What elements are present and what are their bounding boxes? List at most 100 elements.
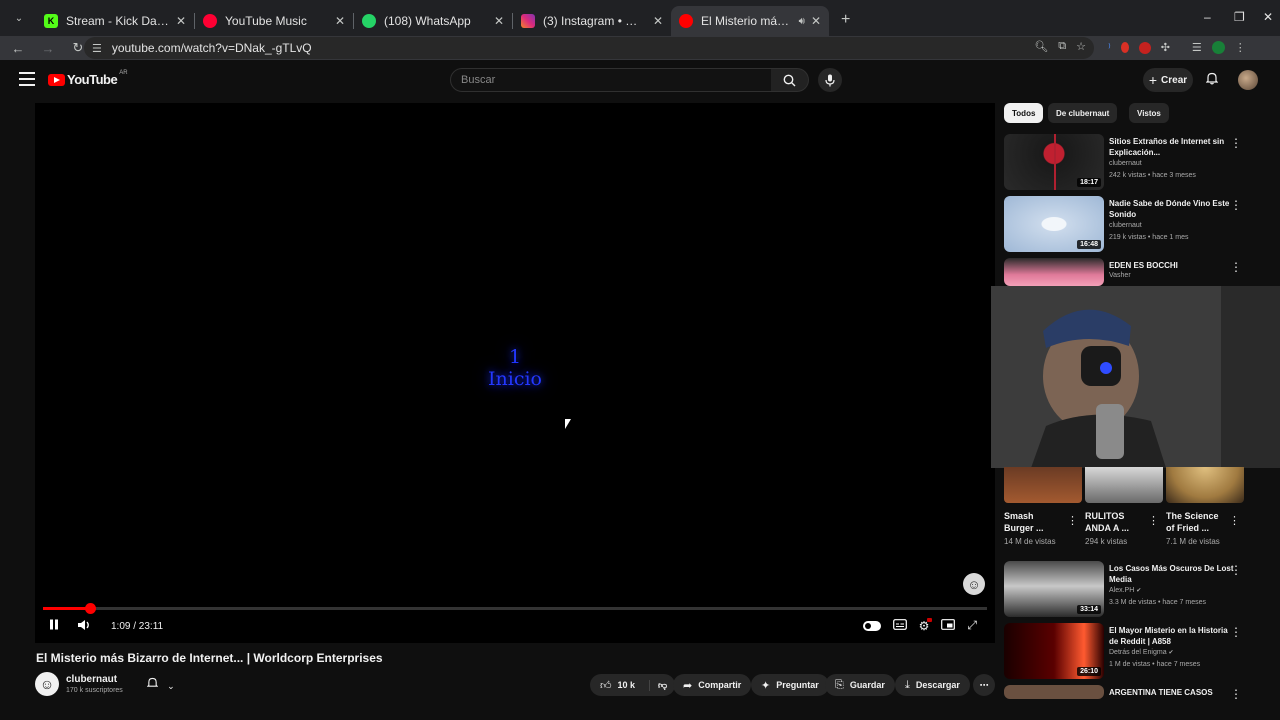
search-button[interactable]: [771, 68, 809, 92]
extension-translate-icon[interactable]: ⁾: [1108, 41, 1111, 54]
video-thumbnail[interactable]: [1004, 258, 1104, 286]
bookmark-star-icon[interactable]: ☆: [1076, 40, 1086, 53]
channel-avatar[interactable]: ☺: [35, 672, 59, 696]
browser-tab-kick[interactable]: K Stream - Kick Dashboard ✕: [36, 6, 194, 36]
new-tab-icon[interactable]: +: [841, 11, 850, 29]
profile-icon[interactable]: [1211, 41, 1225, 54]
video-player[interactable]: 1 Inicio ☺ 1:09 / 23:11 ⚙ ⤢: [35, 103, 995, 643]
create-button[interactable]: + Crear: [1143, 68, 1193, 92]
recommendation-title: Los Casos Más Oscuros De Lost Media: [1109, 564, 1234, 584]
recommendation-item[interactable]: 26:10 El Mayor Misterio en la Historia d…: [1004, 623, 1254, 679]
browser-tab-whatsapp[interactable]: (108) WhatsApp ✕: [354, 6, 512, 36]
recommendation-item[interactable]: ARGENTINA TIENE CASOS ⋮: [1004, 685, 1254, 701]
channel-name[interactable]: clubernaut: [66, 674, 117, 685]
subtitles-icon[interactable]: [892, 618, 907, 633]
video-thumbnail[interactable]: 18:17: [1004, 134, 1104, 190]
recommendation-meta: 1 M de vistas • hace 7 meses: [1109, 661, 1201, 668]
video-thumbnail[interactable]: [1004, 685, 1104, 699]
ask-button[interactable]: ✦ Preguntar: [751, 674, 829, 696]
save-button[interactable]: ⎘ Guardar: [825, 674, 895, 696]
smiley-face-icon[interactable]: ☺: [963, 573, 985, 595]
miniplayer-icon[interactable]: [941, 618, 956, 633]
recommendation-item[interactable]: 18:17 Sitios Extraños de Internet sin Ex…: [1004, 134, 1254, 190]
browser-tab-youtube-video[interactable]: El Misterio más Bizarro de I 🔊︎ ✕: [671, 6, 829, 36]
pause-button[interactable]: [49, 619, 59, 633]
more-vertical-icon[interactable]: ⋮: [1067, 514, 1078, 527]
address-bar[interactable]: ☰ youtube.com/watch?v=DNak_-gTLvQ 🔍︎ ⧉ ☆: [84, 37, 1094, 59]
recommendation-item[interactable]: 16:48 Nadie Sabe de Dónde Vino Este Soni…: [1004, 196, 1254, 252]
close-window-icon[interactable]: ✕: [1263, 10, 1273, 24]
media-control-icon[interactable]: ☰: [1192, 41, 1202, 54]
short-thumbnail[interactable]: [1166, 467, 1244, 503]
more-vertical-icon[interactable]: ⋮: [1229, 514, 1240, 527]
more-actions-button[interactable]: ⋯: [973, 674, 995, 696]
restore-icon[interactable]: ❐: [1234, 10, 1245, 24]
close-tab-icon[interactable]: ✕: [494, 14, 504, 28]
youtube-logo[interactable]: YouTube AR: [48, 69, 128, 87]
short-item[interactable]: RULITOS ANDA A ... 294 k vistas ⋮: [1085, 467, 1163, 546]
extension-red-drop-icon[interactable]: [1120, 42, 1129, 53]
short-item[interactable]: The Science of Fried ... 7.1 M de vistas…: [1166, 467, 1244, 546]
video-thumbnail[interactable]: 33:14: [1004, 561, 1104, 617]
video-thumbnail[interactable]: 26:10: [1004, 623, 1104, 679]
browser-tab-instagram[interactable]: (3) Instagram • Mensajes ✕: [513, 6, 671, 36]
chip-vistos[interactable]: Vistos: [1129, 103, 1169, 123]
more-vertical-icon[interactable]: ⋮: [1230, 198, 1242, 212]
more-vertical-icon[interactable]: ⋮: [1230, 136, 1242, 150]
share-button[interactable]: ➦ Compartir: [673, 674, 752, 696]
subscription-bell-button[interactable]: ⌄: [146, 677, 175, 692]
close-tab-icon[interactable]: ✕: [176, 14, 186, 28]
cast-icon[interactable]: ⧉: [1058, 40, 1066, 53]
progress-bar[interactable]: [43, 603, 987, 614]
speaker-icon[interactable]: 🔊︎: [799, 16, 805, 27]
zoom-icon[interactable]: 🔍︎: [1034, 40, 1048, 53]
short-thumbnail[interactable]: [1004, 467, 1082, 503]
video-thumbnail[interactable]: 16:48: [1004, 196, 1104, 252]
autoplay-toggle[interactable]: [862, 620, 881, 631]
thumbs-up-icon: 👍︎: [600, 679, 612, 692]
extensions-puzzle-icon[interactable]: ✣: [1161, 41, 1170, 54]
extension-record-icon[interactable]: [1138, 41, 1151, 54]
settings-gear-icon[interactable]: ⚙: [919, 617, 933, 633]
more-vertical-icon[interactable]: ⋮: [1230, 687, 1242, 701]
more-vertical-icon[interactable]: ⋮: [1230, 260, 1242, 274]
chip-todos[interactable]: Todos: [1004, 103, 1044, 123]
search-input[interactable]: Buscar: [450, 68, 772, 92]
notifications-bell-icon[interactable]: [1205, 72, 1219, 88]
tab-search-dropdown-icon[interactable]: ⌄: [6, 5, 32, 31]
close-tab-icon[interactable]: ✕: [335, 14, 345, 28]
minimize-icon[interactable]: –: [1204, 10, 1211, 24]
dislike-button[interactable]: 👎︎: [649, 679, 667, 691]
subscriber-count: 170 k suscriptores: [66, 687, 123, 694]
short-thumbnail[interactable]: [1085, 467, 1163, 503]
voice-search-button[interactable]: [818, 68, 842, 92]
more-vertical-icon[interactable]: ⋮: [1148, 514, 1159, 527]
fullscreen-icon[interactable]: ⤢: [967, 618, 977, 633]
chip-de-clubernaut[interactable]: De clubernaut: [1048, 103, 1118, 123]
recommendation-item[interactable]: EDEN ES BOCCHI Vasher ⋮: [1004, 258, 1254, 286]
verified-icon: ✔: [1136, 588, 1142, 594]
browser-tab-youtube-music[interactable]: YouTube Music ✕: [195, 6, 353, 36]
close-tab-icon[interactable]: ✕: [653, 14, 663, 28]
country-code: AR: [119, 69, 128, 76]
site-info-icon[interactable]: ☰: [92, 42, 102, 55]
video-title: El Misterio más Bizarro de Internet... |…: [36, 651, 383, 665]
browser-menu-icon[interactable]: ⋮: [1235, 41, 1246, 54]
more-vertical-icon[interactable]: ⋮: [1230, 563, 1242, 577]
more-vertical-icon[interactable]: ⋮: [1230, 625, 1242, 639]
mouse-cursor-icon: [565, 419, 571, 429]
recommendation-channel: Detrás del Enigma ✔: [1109, 649, 1174, 656]
short-item[interactable]: Smash Burger ... 14 M de vistas ⋮: [1004, 467, 1082, 546]
menu-hamburger-icon[interactable]: [19, 72, 35, 90]
close-tab-icon[interactable]: ✕: [811, 14, 821, 28]
like-button[interactable]: 👍︎ 10 k 👎︎: [590, 674, 676, 696]
recommendation-item[interactable]: 33:14 Los Casos Más Oscuros De Lost Medi…: [1004, 561, 1254, 617]
forward-icon[interactable]: →: [36, 41, 60, 56]
user-avatar[interactable]: [1238, 70, 1258, 90]
more-horizontal-icon: ⋯: [979, 679, 989, 690]
volume-button[interactable]: [77, 619, 91, 634]
download-button[interactable]: ⤓ Descargar: [895, 674, 970, 696]
progress-scrubber-handle[interactable]: [85, 603, 97, 614]
back-icon[interactable]: ←: [6, 41, 30, 56]
channel-label: Alex.PH: [1109, 587, 1135, 594]
